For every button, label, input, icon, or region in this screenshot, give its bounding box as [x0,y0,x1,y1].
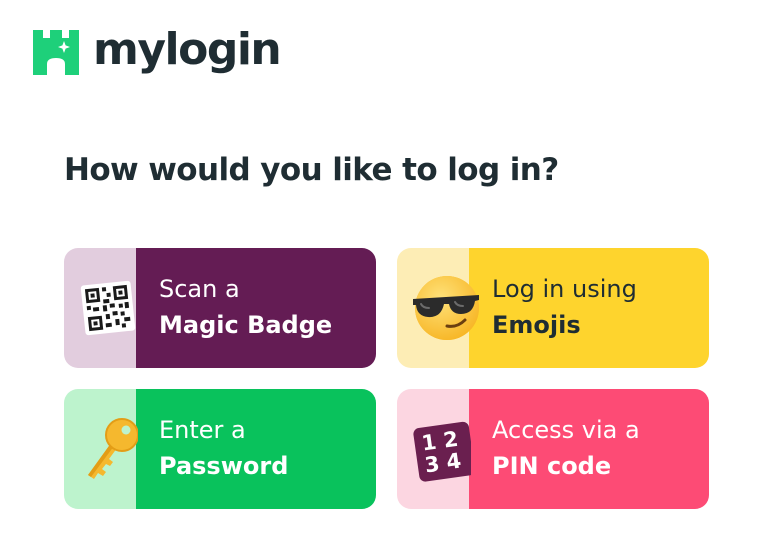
castle-icon [33,30,79,75]
option-label-line1: Access via a [492,416,640,444]
login-page: mylogin How would you like to log in? Sc… [0,0,768,538]
page-title: How would you like to log in? [64,152,559,188]
password-option-button[interactable]: Enter a Password [64,389,376,509]
card-icon-panel: 1 2 3 4 [397,389,471,509]
magic-badge-option-button[interactable]: Scan a Magic Badge [64,248,376,368]
option-label-line1: Log in using [492,275,637,303]
card-text-panel: Access via a PIN code [469,389,709,509]
pin-pad-icon: 1 2 3 4 [413,421,471,482]
emoji-option-button[interactable]: Log in using Emojis [397,248,709,368]
sunglasses-emoji-icon [413,276,479,340]
key-icon [88,418,138,479]
brand-logo: mylogin [31,24,282,80]
option-label-line2: Magic Badge [159,311,333,339]
pin-code-option-button[interactable]: 1 2 3 4 Access via a PIN code [397,389,709,509]
card-text-panel: Enter a Password [136,389,376,509]
option-label-line1: Enter a [159,416,246,444]
qr-code-icon [80,280,136,336]
card-text-panel: Scan a Magic Badge [136,248,376,368]
option-label-line1: Scan a [159,275,240,303]
option-label-line2: Password [159,452,289,480]
card-icon-panel [397,248,479,368]
option-label-line2: Emojis [492,311,581,339]
card-icon-panel [64,248,136,368]
pin-pad-digits-row: 3 4 [423,449,463,478]
option-label-line2: PIN code [492,452,612,480]
card-icon-panel [64,389,138,509]
brand-name: mylogin [93,24,282,75]
card-text-panel: Log in using Emojis [469,248,709,368]
